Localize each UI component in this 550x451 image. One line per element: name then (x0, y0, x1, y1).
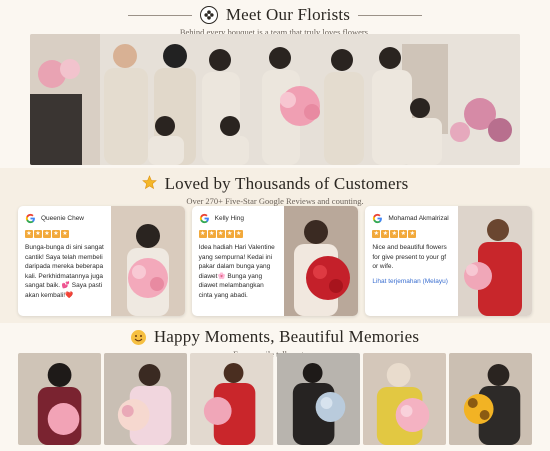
star-icon: ★ (43, 230, 51, 238)
moments-title: Happy Moments, Beautiful Memories (153, 327, 420, 346)
review-text: Bunga-bunga di sini sangat cantik! Saya … (25, 244, 104, 299)
reviews-header: Loved by Thousands of Customers Over 270… (0, 174, 550, 206)
smile-emoji-icon (130, 329, 146, 345)
reviews-subtitle: Over 270+ Five-Star Google Reviews and c… (186, 196, 364, 206)
translate-link[interactable]: Lihat terjemahan (Melayu) (372, 278, 452, 285)
star-icon: ★ (390, 230, 399, 238)
review-photo (284, 206, 359, 316)
rating-stars: ★ ★ ★ ★ ★ (198, 230, 279, 238)
review-card: Queenie Chew ★ ★ ★ ★ ★ Bunga-bunga di si… (18, 206, 185, 316)
star-icon: ★ (408, 230, 417, 238)
moment-photo (104, 353, 188, 445)
reviewer-name: Kelly Hing (214, 215, 244, 222)
star-emoji-icon (141, 175, 157, 193)
review-photo (110, 206, 185, 316)
rating-stars: ★ ★ ★ ★ ★ (25, 230, 105, 238)
moment-photo (190, 353, 274, 445)
star-icon: ★ (25, 230, 33, 238)
flower-emblem-icon (199, 6, 218, 24)
review-content: Queenie Chew ★ ★ ★ ★ ★ Bunga-bunga di si… (18, 206, 111, 316)
moment-photo (448, 353, 533, 445)
review-photo (458, 206, 533, 316)
google-icon (199, 213, 209, 224)
star-icon: ★ (207, 230, 216, 238)
team-photo (30, 34, 520, 165)
moment-photo (18, 353, 102, 445)
google-icon (373, 213, 383, 224)
reviewer-name: Mohamad Akmalrizal (388, 215, 449, 222)
rating-stars: ★ ★ ★ ★ ★ (372, 230, 452, 238)
star-icon: ★ (52, 230, 60, 238)
review-text: Idea hadiah Hari Valentine yang sempurna… (198, 244, 275, 299)
florist-landing-page: Meet Our Florists Behind every bouquet i… (0, 0, 550, 451)
star-icon: ★ (234, 230, 243, 238)
star-icon: ★ (198, 230, 207, 238)
moment-photo (362, 353, 446, 445)
review-card: Kelly Hing ★ ★ ★ ★ ★ Idea hadiah Hari Va… (191, 206, 359, 316)
review-content: Mohamad Akmalrizal ★ ★ ★ ★ ★ Nice and be… (365, 206, 458, 316)
header-rule-left (127, 14, 192, 16)
star-icon: ★ (61, 230, 69, 238)
florists-title: Meet Our Florists (225, 5, 351, 24)
review-content: Kelly Hing ★ ★ ★ ★ ★ Idea hadiah Hari Va… (192, 206, 285, 316)
review-text: Nice and beautiful flowers for give pres… (372, 244, 447, 270)
header-rule-right (358, 14, 423, 16)
star-icon: ★ (372, 230, 381, 238)
star-icon: ★ (399, 230, 408, 238)
star-icon: ★ (34, 230, 42, 238)
florists-header: Meet Our Florists Behind every bouquet i… (0, 5, 550, 37)
review-card: Mohamad Akmalrizal ★ ★ ★ ★ ★ Nice and be… (365, 206, 533, 316)
review-cards: Queenie Chew ★ ★ ★ ★ ★ Bunga-bunga di si… (18, 206, 533, 316)
moments-gallery (18, 353, 533, 445)
star-icon: ★ (216, 230, 225, 238)
google-icon (25, 213, 35, 224)
moment-photo (276, 353, 360, 445)
reviewer-name: Queenie Chew (41, 215, 84, 222)
star-icon: ★ (225, 230, 234, 238)
reviews-title: Loved by Thousands of Customers (164, 174, 409, 193)
star-icon: ★ (381, 230, 390, 238)
